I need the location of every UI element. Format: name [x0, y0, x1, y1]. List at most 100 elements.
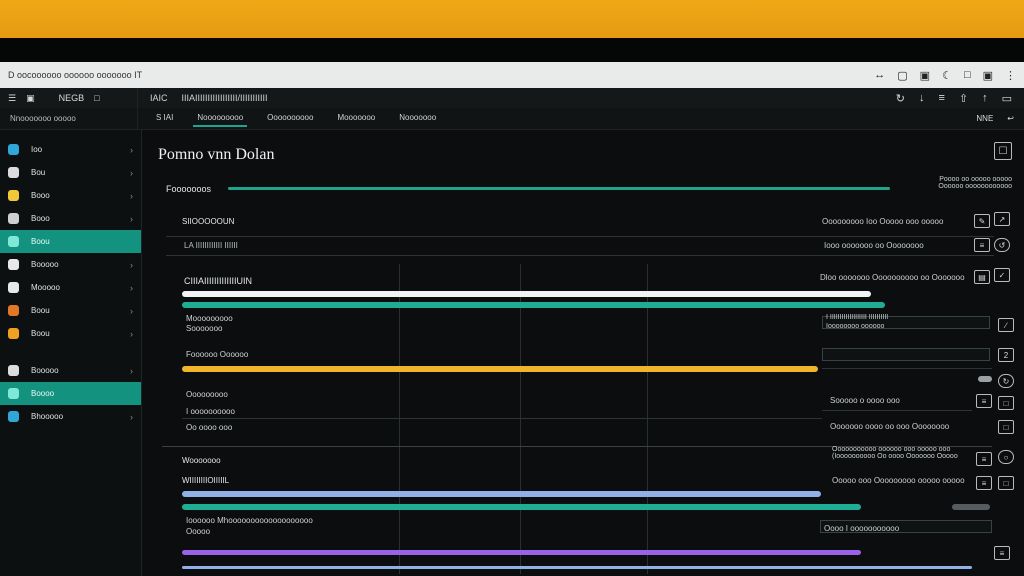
progress-bar-secondary: [182, 302, 885, 308]
chevron-right-icon: ›: [130, 365, 133, 376]
sidebar-item[interactable]: Boooo: [0, 382, 141, 405]
window-control-icon[interactable]: ▢: [897, 69, 907, 82]
row-divider: [182, 418, 822, 419]
window-control-icon[interactable]: ⋮: [1005, 69, 1016, 82]
value-field[interactable]: [822, 348, 990, 361]
sidebar-item[interactable]: Booooo ›: [0, 253, 141, 276]
undo-icon[interactable]: ↩: [1007, 114, 1014, 123]
window-control-icon[interactable]: □: [964, 69, 971, 82]
section-label-2: Wooooooo: [182, 456, 221, 465]
tab-4[interactable]: Nooooooo: [395, 110, 440, 127]
progress-bar-tertiary: [182, 366, 818, 372]
sub-toolbar: Nnooooooo ooooo S IAI Nooooooooo Ooooooooo…: [0, 108, 1024, 130]
grid-line: [399, 264, 400, 574]
list-icon[interactable]: ≡: [974, 238, 990, 252]
window-control-icon[interactable]: ↔: [874, 69, 885, 82]
square-icon[interactable]: □: [998, 396, 1014, 410]
sidebar-item-label: Boou: [31, 306, 50, 315]
window-control-icon[interactable]: ▣: [920, 69, 930, 82]
sidebar-item-label: Booo: [31, 191, 50, 200]
tab-2[interactable]: Oooooooooo: [263, 110, 317, 127]
expand-icon[interactable]: ↗: [994, 212, 1010, 226]
sidebar-item-icon: [8, 167, 19, 178]
metric-label: Ooooooooo: [186, 390, 228, 399]
link-icon[interactable]: ↺: [994, 238, 1010, 252]
window-control-icon[interactable]: ☾: [942, 69, 952, 82]
list-icon[interactable]: ≡: [994, 546, 1010, 560]
toolbar-action-icon[interactable]: ↓: [919, 92, 925, 105]
app-header-icon[interactable]: ☰: [8, 93, 16, 104]
toolbar-action-icon[interactable]: ↑: [982, 92, 988, 105]
square-icon[interactable]: □: [998, 420, 1014, 434]
square-icon[interactable]: □: [998, 476, 1014, 490]
shield-icon[interactable]: ○: [998, 450, 1014, 464]
metric-label: Oo oooo ooo: [186, 423, 233, 432]
slider-track[interactable]: [952, 504, 990, 510]
metric-value: Ooooooo oooo oo ooo Oooooooo: [830, 422, 950, 431]
app-header-icon[interactable]: ▣: [26, 93, 35, 104]
window-control-icon[interactable]: ▣: [983, 69, 993, 82]
section-progress-bar: [228, 187, 890, 190]
sub-toolbar-action[interactable]: NNE: [976, 114, 993, 123]
progress-bar-primary: [182, 291, 871, 297]
sidebar-item-icon: [8, 328, 19, 339]
sidebar-item[interactable]: Booo ›: [0, 207, 141, 230]
metric-sub-label: Ooooo: [186, 527, 211, 536]
list-icon[interactable]: ≡: [976, 476, 992, 490]
toolbar-action-icon[interactable]: ≡: [938, 92, 944, 105]
progress-bar-secondary: [182, 504, 861, 510]
tab-3[interactable]: Mooooooo: [333, 110, 379, 127]
refresh-icon[interactable]: ↻: [998, 374, 1014, 388]
app-name[interactable]: NEGB: [59, 93, 85, 103]
chevron-right-icon: ›: [130, 167, 133, 178]
sidebar-item[interactable]: Boou ›: [0, 322, 141, 345]
close-icon[interactable]: ☐: [994, 142, 1012, 160]
breadcrumb-root[interactable]: IAIC: [150, 93, 168, 103]
sidebar-item-label: Mooooo: [31, 283, 60, 292]
number-icon[interactable]: 2: [998, 348, 1014, 362]
sidebar-item[interactable]: Bou ›: [0, 161, 141, 184]
value-field-text: Oooo I ooooooooooo: [824, 524, 900, 533]
grid-line: [520, 264, 521, 574]
chart-icon[interactable]: ▤: [974, 270, 990, 284]
window-controls: ↔ ▢ ▣ ☾ □ ▣ ⋮: [874, 69, 1016, 82]
bezel-gap: [0, 38, 1024, 62]
sidebar-item[interactable]: Bhooooo ›: [0, 405, 141, 428]
app-header-icon[interactable]: □: [94, 93, 99, 103]
top-accent-band: [0, 0, 1024, 38]
sidebar-item[interactable]: Booo ›: [0, 184, 141, 207]
list-icon[interactable]: ≡: [976, 394, 992, 408]
chevron-right-icon: ›: [130, 144, 133, 155]
toggle-switch[interactable]: [978, 376, 992, 382]
sidebar-item[interactable]: Boou: [0, 230, 141, 253]
tab-1[interactable]: Nooooooooo: [193, 110, 248, 127]
sidebar-item-icon: [8, 236, 19, 247]
breadcrumb-current[interactable]: IIIAIIIIIIIIIIIIIIIII/IIIIIIIIIII: [182, 93, 268, 103]
list-icon[interactable]: ≡: [976, 452, 992, 466]
edit-icon[interactable]: ✎: [974, 214, 990, 228]
section-label-1: Fooooooos: [166, 184, 212, 194]
section-note-line-1: Poooo oo ooooo ooooo: [939, 176, 1012, 183]
chevron-right-icon: ›: [130, 259, 133, 270]
sidebar-item[interactable]: Mooooo ›: [0, 276, 141, 299]
sidebar-item[interactable]: Boou ›: [0, 299, 141, 322]
sidebar-item[interactable]: Booooo ›: [0, 359, 141, 382]
pin-icon[interactable]: ✓: [994, 268, 1010, 282]
row-divider: [822, 368, 992, 369]
tab-0[interactable]: S IAI: [152, 110, 177, 127]
chevron-right-icon: ›: [130, 328, 133, 339]
toolbar-action-icon[interactable]: ↻: [896, 92, 905, 105]
section-note-line-2: (Ioooooooooo Oo oooo Ooooooo Ooooo: [832, 453, 958, 460]
sidebar-item-icon: [8, 282, 19, 293]
sidebar-item-icon: [8, 190, 19, 201]
value-field-sub: Ioooooooo oooooo: [826, 323, 885, 330]
progress-bar-tertiary: [182, 550, 861, 555]
toolbar-action-icon[interactable]: ▭: [1002, 92, 1012, 105]
toolbar-action-icon[interactable]: ⇧: [959, 92, 968, 105]
sidebar-item-icon: [8, 144, 19, 155]
resize-icon[interactable]: ∕: [998, 318, 1014, 332]
metric-value: Sooooo o oooo ooo: [830, 396, 900, 405]
sidebar-item[interactable]: Ioo ›: [0, 138, 141, 161]
